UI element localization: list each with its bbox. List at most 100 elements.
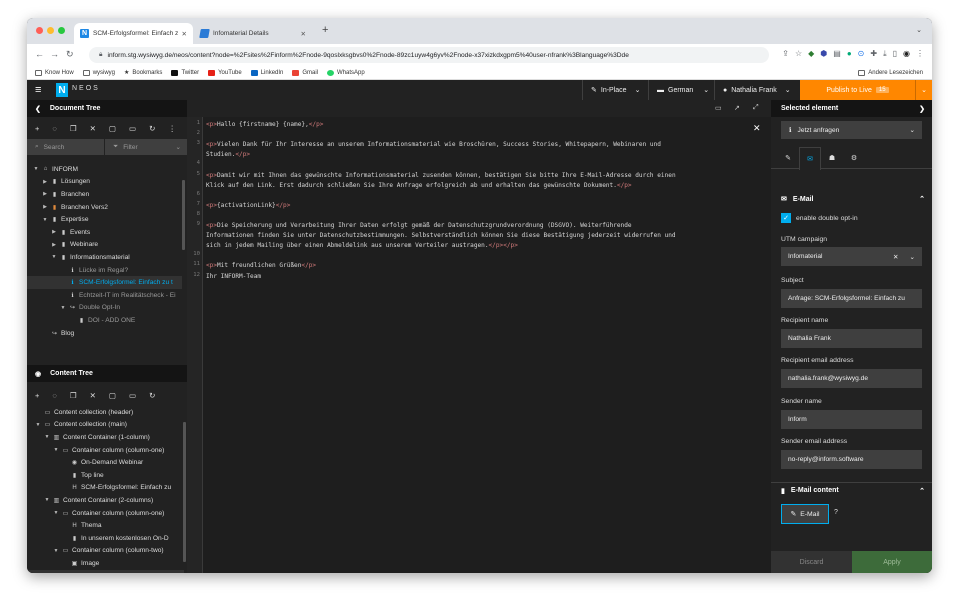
caret-down-icon[interactable]: ▼ — [42, 217, 48, 223]
content-tree-header[interactable]: ◉ Content Tree — [27, 365, 187, 382]
tab-search-chevron-icon[interactable]: ⌄ — [916, 26, 922, 34]
browser-tab-2[interactable]: Infomaterial Details ✕ — [194, 23, 312, 44]
chevron-down-icon[interactable]: ⌄ — [909, 253, 915, 261]
recipient-name-input[interactable]: Nathalia Frank — [781, 329, 922, 348]
extension-icon[interactable]: ● — [847, 49, 852, 59]
search-input[interactable]: ⌕ Search — [27, 139, 105, 155]
tree-node[interactable]: ▼ ↪ Double Opt-In — [27, 302, 182, 315]
code-line[interactable]: <p>Die Speicherung und Verarbeitung Ihre… — [206, 221, 632, 231]
hide-icon[interactable]: ◌ — [52, 391, 56, 400]
subject-input[interactable]: Anfrage: SCM-Erfolgsformel: Einfach zu — [781, 289, 922, 308]
caret-down-icon[interactable]: ▼ — [53, 510, 59, 516]
document-tree-header[interactable]: ❮ Document Tree — [27, 100, 187, 117]
paste-icon[interactable]: ▢ — [109, 124, 116, 133]
tree-node[interactable]: ▼ ▮ Informationsmaterial — [27, 251, 182, 264]
tree-node[interactable]: ▶ ▮ Events — [27, 226, 182, 239]
caret-down-icon[interactable]: ▼ — [53, 548, 59, 554]
puzzle-icon[interactable]: ✚ — [870, 49, 877, 59]
publish-dropdown-button[interactable]: ⌄ — [915, 80, 932, 100]
collapse-section-icon[interactable]: ⌃ — [919, 195, 925, 203]
utm-campaign-select[interactable]: Infomaterial ✕ ⌄ — [781, 247, 922, 266]
minimize-window-button[interactable] — [47, 27, 54, 34]
tree-node[interactable]: ℹ SCM-Erfolgsformel: Einfach zu t — [27, 276, 182, 289]
tab-content-pencil-icon[interactable]: ✎ — [777, 147, 799, 169]
add-node-icon[interactable]: + — [35, 391, 39, 400]
sender-name-input[interactable]: Inform — [781, 410, 922, 429]
tree-node[interactable]: ▼ ▮ Expertise — [27, 213, 182, 226]
code-line[interactable]: <p>Damit wir mit Ihnen das gewünschte In… — [206, 171, 676, 181]
menu-icon[interactable]: ⋮ — [916, 49, 924, 59]
extension-icon[interactable]: ◆ — [808, 49, 814, 59]
delete-icon[interactable]: ▭ — [129, 124, 136, 133]
cut-icon[interactable]: ✕ — [90, 124, 96, 133]
external-link-icon[interactable]: ↗ — [734, 104, 740, 112]
other-bookmarks[interactable]: Andere Lesezeichen — [858, 70, 923, 76]
back-icon[interactable]: ← — [35, 49, 44, 59]
email-section-header[interactable]: ✉ E-Mail ⌃ — [771, 191, 932, 207]
tab-meta-icon[interactable]: ☗ — [821, 147, 843, 169]
code-line[interactable]: <p>Vielen Dank für Ihr Interesse an unse… — [206, 140, 661, 150]
chevron-right-icon[interactable]: ❯ — [919, 105, 925, 113]
tree-node[interactable]: ▼ ▭ Container column (column-two) — [27, 545, 184, 558]
caret-down-icon[interactable]: ▼ — [33, 166, 39, 172]
extension-icon[interactable]: ⊙ — [858, 49, 865, 59]
new-tab-icon[interactable]: + — [322, 24, 328, 36]
bookmark-whatsapp[interactable]: WhatsApp — [327, 69, 365, 76]
code-line[interactable]: Ihr INFORM-Team — [206, 272, 261, 282]
delete-icon[interactable]: ▭ — [129, 391, 136, 400]
tree-node[interactable]: ◉ On-Demand Webinar — [27, 456, 184, 469]
share-icon[interactable]: ⇪ — [782, 49, 789, 59]
extension-icon[interactable]: ▤ — [833, 49, 841, 59]
tree-node[interactable]: ▼ ▭ Content collection (main) — [27, 419, 184, 432]
recipient-email-input[interactable]: nathalia.frank@wysiwyg.de — [781, 369, 922, 388]
user-menu[interactable]: ● Nathalia Frank ⌄ — [714, 80, 799, 100]
fullscreen-icon[interactable]: ⤢ — [753, 104, 759, 112]
reload-icon[interactable]: ↻ — [66, 49, 74, 60]
cut-icon[interactable]: ✕ — [90, 391, 96, 400]
language-dropdown[interactable]: ▬ German ⌄ — [648, 80, 717, 100]
discard-button[interactable]: Discard — [771, 551, 852, 573]
sender-email-input[interactable]: no-reply@inform.software — [781, 450, 922, 469]
tree-node[interactable]: ▶ ▮ Branchen Vers2 — [27, 201, 182, 214]
code-line[interactable]: <p>Mit freundlichen Grüßen</p> — [206, 261, 316, 271]
copy-icon[interactable]: ❐ — [70, 391, 77, 400]
caret-right-icon[interactable]: ▶ — [51, 242, 57, 248]
tree-node[interactable]: ▼ ▭ Container column (column-one) — [27, 507, 184, 520]
bookmark-gmail[interactable]: Gmail — [292, 69, 318, 76]
close-tab-icon[interactable]: ✕ — [182, 30, 187, 38]
tree-node[interactable]: ℹ Lücke im Regal? — [27, 264, 182, 277]
add-node-icon[interactable]: + — [35, 124, 39, 133]
tree-node[interactable]: ▣ Image — [27, 557, 184, 570]
refresh-icon[interactable]: ↻ — [149, 124, 155, 133]
url-input[interactable]: 🔒︎ inform.stg.wysiwyg.de/neos/content?no… — [89, 47, 769, 63]
more-icon[interactable]: ⋮ — [168, 124, 176, 133]
collapse-icon[interactable]: ❮ — [35, 105, 41, 113]
browser-tab-1[interactable]: N SCM-Erfolgsformel: Einfach zu ✕ — [74, 23, 193, 44]
hamburger-menu-icon[interactable]: ≡ — [35, 84, 41, 96]
tree-node[interactable]: ▭ Content collection (header) — [27, 406, 184, 419]
maximize-window-button[interactable] — [58, 27, 65, 34]
tree-node[interactable]: ▮ DOI - ADD ONE — [27, 314, 182, 327]
caret-down-icon[interactable]: ▼ — [35, 422, 41, 428]
forward-icon[interactable]: → — [50, 49, 59, 59]
copy-icon[interactable]: ❐ — [70, 124, 77, 133]
tree-node[interactable]: ▼ ▥ Content Container (2-columns) — [27, 494, 184, 507]
caret-right-icon[interactable]: ▶ — [51, 229, 57, 235]
tree-node[interactable]: H SCM-Erfolgsformel: Einfach zu — [27, 482, 184, 495]
tree-node[interactable]: ℹ Echtzeit-IT im Realitätscheck - Ei — [27, 289, 182, 302]
close-window-button[interactable] — [36, 27, 43, 34]
caret-down-icon[interactable]: ▼ — [51, 254, 57, 260]
refresh-icon[interactable]: ↻ — [149, 391, 155, 400]
caret-right-icon[interactable]: ▶ — [42, 191, 48, 197]
close-editor-icon[interactable]: ✕ — [753, 123, 761, 134]
hide-icon[interactable]: ◌ — [52, 124, 56, 133]
email-content-section-header[interactable]: ▮ E-Mail content ⌃ — [771, 482, 932, 498]
sidebar-icon[interactable]: ▯ — [893, 49, 897, 59]
tree-node[interactable]: H Thema — [27, 519, 184, 532]
tree-node[interactable]: ↪ Blog — [27, 327, 182, 340]
publish-button[interactable]: Publish to Live 15 — [800, 80, 915, 100]
code-line[interactable]: Klick auf den Link. Erst dadurch schließ… — [206, 181, 632, 191]
double-opt-in-checkbox-row[interactable]: ✓ enable double opt-in — [781, 213, 858, 223]
caret-down-icon[interactable]: ▼ — [60, 305, 66, 311]
tab-email-icon[interactable]: ✉ — [799, 147, 821, 170]
